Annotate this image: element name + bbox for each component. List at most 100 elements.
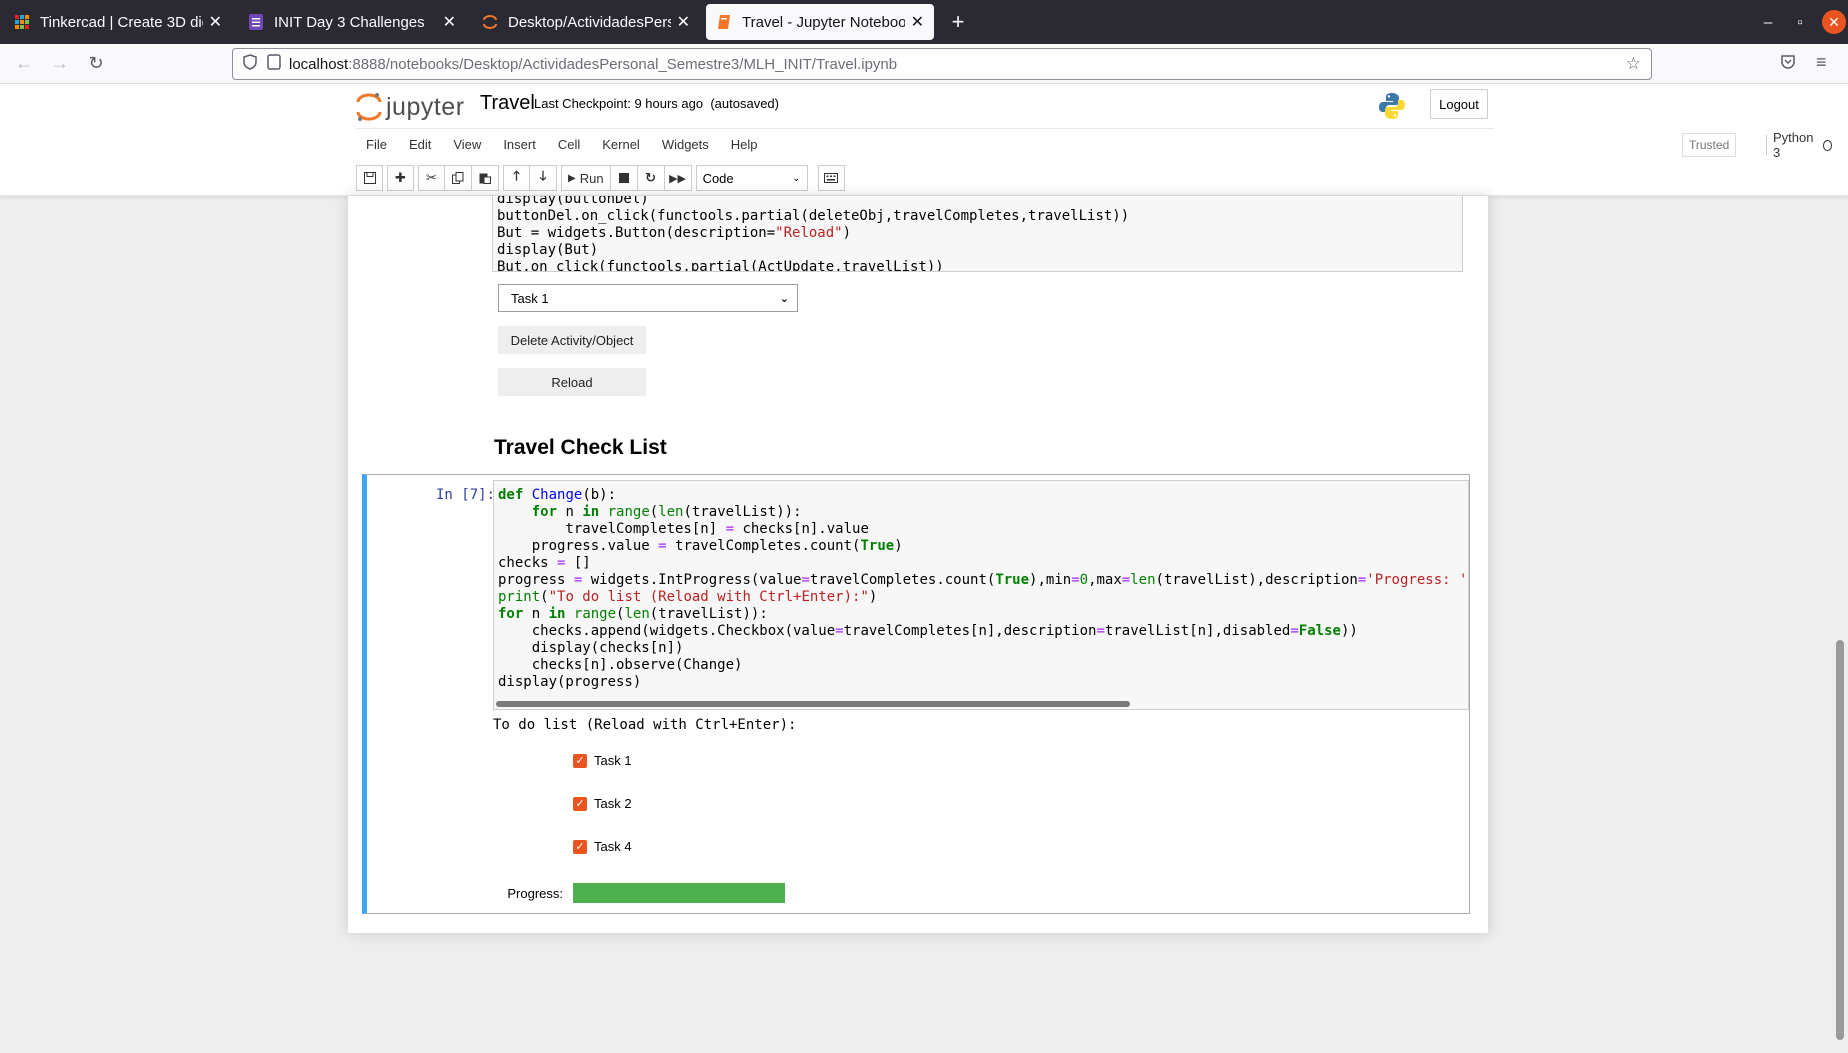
- back-arrow-icon[interactable]: ←: [6, 53, 42, 74]
- selected-code-cell[interactable]: In [7]: def Change(b): for n in range(le…: [362, 474, 1470, 914]
- chevron-down-icon: ⌄: [792, 172, 801, 184]
- insert-cell-button[interactable]: ✚: [387, 165, 414, 191]
- tab-label: Desktop/ActividadesPers: [508, 13, 671, 31]
- input-prompt: In [7]:: [435, 487, 495, 503]
- command-palette-button[interactable]: [817, 165, 845, 191]
- tab-travel-notebook[interactable]: Travel - Jupyter Notebook ✕: [706, 4, 934, 40]
- checkbox-label: Task 4: [594, 839, 632, 854]
- menu-insert[interactable]: Insert: [493, 137, 546, 152]
- checkbox-task-1[interactable]: ✓ Task 1: [573, 753, 632, 768]
- checkbox-task-4[interactable]: ✓ Task 4: [573, 839, 632, 854]
- run-label: Run: [579, 170, 604, 186]
- paste-cells-button[interactable]: [472, 165, 499, 191]
- copy-icon: [452, 172, 464, 184]
- browser-tab-bar: Tinkercad | Create 3D dig ✕ INIT Day 3 C…: [0, 0, 1848, 44]
- checkbox-checked-icon[interactable]: ✓: [573, 796, 587, 811]
- save-icon: [363, 172, 376, 184]
- checkbox-label: Task 1: [594, 753, 632, 768]
- tab-init-day3[interactable]: INIT Day 3 Challenges ✕: [238, 4, 466, 40]
- stop-icon: [618, 173, 629, 183]
- fast-forward-icon: ▶▶: [669, 172, 687, 185]
- tab-tinkercad[interactable]: Tinkercad | Create 3D dig ✕: [4, 4, 232, 40]
- stdout-output: To do list (Reload with Ctrl+Enter):: [493, 717, 797, 733]
- code-line: But.on_click(functools.partial(ActUpdate…: [497, 259, 944, 272]
- interrupt-button[interactable]: [610, 165, 638, 191]
- reload-button[interactable]: Reload: [498, 368, 646, 396]
- copy-cells-button[interactable]: [445, 165, 472, 191]
- bookmark-star-icon[interactable]: ☆: [1626, 54, 1641, 74]
- page-info-icon[interactable]: [267, 54, 281, 74]
- tab-label: Travel - Jupyter Notebook: [742, 13, 905, 31]
- menu-widgets[interactable]: Widgets: [652, 137, 719, 152]
- url-bar[interactable]: localhost:8888/notebooks/Desktop/Activid…: [232, 48, 1652, 80]
- code-line: progress.value = travelCompletes.count(T…: [498, 538, 903, 554]
- kernel-idle-icon: [1823, 139, 1833, 151]
- task-dropdown[interactable]: Task 1 ⌄: [498, 284, 798, 312]
- move-down-button[interactable]: 🡓: [530, 165, 557, 191]
- scissors-icon: ✂: [426, 170, 437, 185]
- delete-activity-button[interactable]: Delete Activity/Object: [498, 326, 646, 354]
- code-line: But = widgets.Button(description="Reload…: [497, 225, 852, 241]
- jupyter-logo-icon: [356, 93, 382, 121]
- notebook-name[interactable]: Travel: [480, 92, 535, 115]
- jupyter-logo[interactable]: jupyter: [356, 92, 465, 122]
- close-icon[interactable]: ✕: [443, 12, 456, 32]
- menu-cell[interactable]: Cell: [548, 137, 590, 152]
- close-icon[interactable]: ✕: [677, 12, 690, 32]
- code-line: buttonDel.on_click(functools.partial(del…: [497, 208, 1130, 224]
- close-icon[interactable]: ✕: [209, 12, 222, 32]
- menu-file[interactable]: File: [356, 137, 397, 152]
- paste-icon: [479, 173, 491, 184]
- jupyter-logo-text: jupyter: [386, 92, 465, 121]
- maximize-icon[interactable]: ▫: [1784, 14, 1816, 31]
- reload-icon[interactable]: ↻: [78, 53, 114, 74]
- checkbox-checked-icon[interactable]: ✓: [573, 839, 587, 854]
- cut-cells-button[interactable]: ✂: [418, 165, 445, 191]
- restart-button[interactable]: ↻: [637, 165, 665, 191]
- code-line: travelCompletes[n] = checks[n].value: [498, 521, 869, 537]
- code-line: display(buttonDel): [497, 196, 649, 207]
- checkbox-task-2[interactable]: ✓ Task 2: [573, 796, 632, 811]
- page-vertical-scrollbar[interactable]: [1836, 640, 1844, 1040]
- doc-list-icon: [248, 14, 264, 30]
- code-input-cell1[interactable]: display(buttonDel) buttonDel.on_click(fun…: [492, 196, 1463, 272]
- new-tab-button[interactable]: +: [942, 9, 974, 35]
- code-line: print("To do list (Reload with Ctrl+Ente…: [498, 589, 878, 605]
- trusted-indicator[interactable]: Trusted: [1682, 133, 1737, 157]
- code-line: display(checks[n]): [498, 640, 684, 656]
- restart-run-all-button[interactable]: ▶▶: [664, 165, 692, 191]
- arrow-up-icon: 🡑: [513, 168, 520, 183]
- minimize-icon[interactable]: –: [1752, 14, 1784, 31]
- close-icon[interactable]: ✕: [911, 12, 924, 32]
- output-cell1: Task 1 ⌄ Delete Activity/Object Reload: [498, 284, 798, 396]
- save-button[interactable]: [356, 165, 383, 191]
- window-close-icon[interactable]: ✕: [1822, 10, 1846, 34]
- progress-fill: [573, 883, 785, 903]
- pocket-icon[interactable]: [1780, 54, 1796, 73]
- notebook-container: display(buttonDel) buttonDel.on_click(fun…: [348, 196, 1488, 933]
- menu-edit[interactable]: Edit: [399, 137, 441, 152]
- checkpoint-text: Last Checkpoint: 9 hours ago: [534, 96, 704, 111]
- arrow-down-icon: 🡓: [539, 168, 547, 183]
- code-line: display(progress): [498, 674, 642, 690]
- checkbox-checked-icon[interactable]: ✓: [573, 753, 587, 768]
- horizontal-scrollbar[interactable]: [496, 701, 1130, 707]
- menu-help[interactable]: Help: [721, 137, 768, 152]
- move-up-button[interactable]: 🡑: [503, 165, 530, 191]
- browser-nav-bar: ← → ↻ localhost:8888/notebooks/Desktop/A…: [0, 44, 1848, 84]
- shield-icon[interactable]: [243, 54, 257, 74]
- tinkercad-icon: [14, 14, 30, 30]
- code-input-cell2[interactable]: def Change(b): for n in range(len(travel…: [493, 480, 1469, 710]
- tab-desktop-actividades[interactable]: Desktop/ActividadesPers ✕: [472, 4, 700, 40]
- menu-hamburger-icon[interactable]: ≡: [1816, 52, 1827, 73]
- code-line: progress = widgets.IntProgress(value=tra…: [498, 572, 1468, 588]
- code-line: checks[n].observe(Change): [498, 657, 743, 673]
- cell-type-select[interactable]: Code ⌄: [695, 165, 808, 191]
- run-button[interactable]: ▶ Run: [561, 165, 611, 191]
- menu-view[interactable]: View: [443, 137, 491, 152]
- forward-arrow-icon[interactable]: →: [42, 53, 78, 74]
- jupyter-header: jupyter Travel Last Checkpoint: 9 hours …: [0, 84, 1848, 196]
- menu-kernel[interactable]: Kernel: [592, 137, 650, 152]
- progress-track: [573, 883, 785, 903]
- logout-button[interactable]: Logout: [1430, 89, 1488, 119]
